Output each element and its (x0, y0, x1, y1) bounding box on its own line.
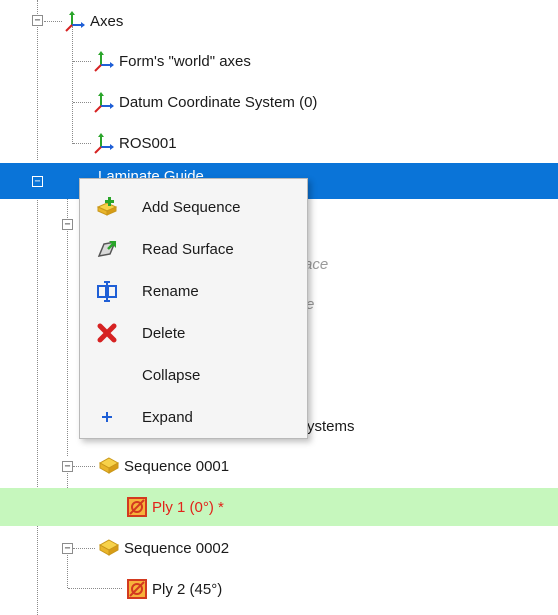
expand-toggle[interactable]: − (62, 543, 73, 554)
menu-item-label: Expand (142, 408, 193, 426)
tree-node-label: Sequence 0001 (124, 457, 230, 475)
tree-node-ply-1[interactable]: Ply 1 (0°) * (126, 487, 224, 527)
axes-icon (93, 91, 115, 113)
tree-connector (37, 188, 38, 615)
ply-icon (126, 496, 148, 518)
axes-icon (93, 132, 115, 154)
delete-icon (96, 322, 118, 344)
ply-icon (126, 578, 148, 600)
tree-connector (72, 26, 73, 144)
tree-node-sequence-0002[interactable]: Sequence 0002 (98, 528, 229, 568)
menu-item-rename[interactable]: Rename (80, 271, 309, 311)
tree-connector (73, 102, 91, 103)
tree-connector (67, 196, 68, 456)
highlighted-tree-row[interactable] (0, 488, 558, 526)
tree-connector (73, 548, 95, 549)
menu-item-label: Rename (142, 282, 199, 300)
tree-node-ros001[interactable]: ROS001 (93, 123, 177, 163)
tree-node-label: Sequence 0002 (124, 539, 230, 557)
tree-connector (73, 466, 95, 467)
plus-icon (96, 406, 118, 428)
menu-item-expand[interactable]: Expand (80, 397, 309, 437)
axes-icon (93, 50, 115, 72)
expand-toggle[interactable]: − (32, 176, 43, 187)
menu-item-collapse[interactable]: Collapse (80, 355, 309, 395)
tree-node-label: Datum Coordinate System (0) (119, 93, 318, 111)
tree-node-ply-2[interactable]: Ply 2 (45°) (126, 569, 222, 609)
tree-connector (73, 143, 91, 144)
tree-node-label: Ply 2 (45°) (152, 580, 223, 598)
expand-toggle[interactable]: − (32, 15, 43, 26)
menu-item-label: Collapse (142, 366, 201, 384)
tree-node-label: Axes (90, 12, 124, 30)
tree-node-world-axes[interactable]: Form's "world" axes (93, 41, 251, 81)
menu-item-delete[interactable]: Delete (80, 313, 309, 353)
expand-toggle[interactable]: − (62, 461, 73, 472)
tree-connector (73, 61, 91, 62)
sequence-icon (98, 537, 120, 559)
tree-connector (68, 588, 122, 589)
tree-connector (44, 21, 62, 22)
context-menu: Add Sequence Read Surface Rename Delete … (79, 178, 308, 439)
menu-item-add-sequence[interactable]: Add Sequence (80, 187, 309, 227)
rename-icon (96, 280, 118, 302)
sequence-icon (98, 455, 120, 477)
axes-icon (64, 10, 86, 32)
tree-connector (67, 552, 68, 588)
menu-item-label: Delete (142, 324, 186, 342)
expand-toggle[interactable]: − (62, 219, 73, 230)
menu-item-read-surface[interactable]: Read Surface (80, 229, 309, 269)
menu-item-label: Read Surface (142, 240, 234, 258)
tree-node-label: ROS001 (119, 134, 177, 152)
tree-node-axes[interactable]: Axes (64, 1, 123, 41)
tree-node-label: Form's "world" axes (119, 52, 251, 70)
tree-node-label: Ply 1 (0°) * (152, 498, 224, 516)
tree-node-sequence-0001[interactable]: Sequence 0001 (98, 446, 229, 486)
add-sequence-icon (96, 196, 118, 218)
menu-item-label: Add Sequence (142, 198, 241, 216)
tree-node-datum-coordinate-system[interactable]: Datum Coordinate System (0) (93, 82, 317, 122)
read-surface-icon (96, 238, 118, 260)
